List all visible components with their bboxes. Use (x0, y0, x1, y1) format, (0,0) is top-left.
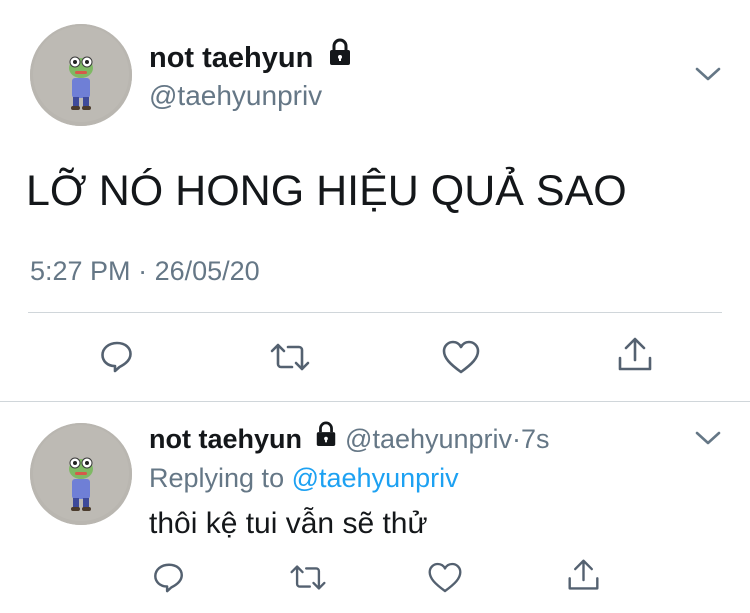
share-icon (618, 337, 652, 371)
reply-button[interactable] (99, 338, 135, 374)
chevron-down-icon (695, 67, 721, 81)
like-button[interactable] (441, 339, 481, 375)
divider (28, 312, 722, 313)
avatar[interactable] (30, 24, 132, 126)
replying-to-handle-link[interactable]: @taehyunpriv (292, 463, 459, 493)
reply-text: thôi kệ tui vẫn sẽ thử (149, 507, 428, 540)
reply-age[interactable]: 7s (521, 424, 550, 454)
avatar-image (30, 24, 132, 126)
reply-avatar[interactable] (30, 423, 132, 525)
reply-share-button[interactable] (566, 558, 601, 593)
replying-to: Replying to @taehyunpriv (149, 462, 459, 494)
lock-icon (314, 421, 338, 454)
display-name[interactable]: not taehyun (149, 38, 353, 75)
heart-icon (428, 562, 462, 593)
reply-like-button[interactable] (427, 561, 463, 594)
tweet-text: LỠ NÓ HONG HIỆU QUẢ SAO (26, 167, 627, 215)
tweet-time: 5:27 PM (30, 256, 131, 286)
lock-icon (327, 38, 353, 74)
display-name-text: not taehyun (149, 42, 314, 74)
reply-icon (101, 341, 132, 373)
share-button[interactable] (616, 336, 654, 374)
retweet-button[interactable] (268, 340, 312, 374)
chevron-down-icon (695, 431, 721, 445)
reply-handle[interactable]: @taehyunpriv (345, 424, 512, 454)
retweet-icon (290, 565, 326, 590)
tweet-date: 26/05/20 (154, 256, 260, 286)
replying-to-label: Replying to (149, 463, 285, 493)
reply-display-name[interactable]: not taehyun (149, 424, 302, 454)
reply-more-options-button[interactable] (692, 426, 724, 450)
reply-header: not taehyun @taehyunpriv·7s (149, 421, 550, 455)
avatar-image (30, 423, 132, 525)
timestamp-separator: · (138, 256, 148, 286)
timestamp[interactable]: 5:27 PM · 26/05/20 (30, 255, 260, 287)
handle[interactable]: @taehyunpriv (149, 80, 322, 112)
more-options-button[interactable] (692, 62, 724, 86)
reply-dot: · (512, 424, 522, 454)
retweet-icon (270, 343, 310, 371)
heart-icon (442, 340, 480, 374)
tweet-separator (0, 401, 750, 402)
share-icon (568, 559, 599, 590)
reply-retweet-button[interactable] (288, 562, 328, 593)
reply-icon (154, 563, 183, 593)
reply-reply-button[interactable] (152, 560, 186, 594)
